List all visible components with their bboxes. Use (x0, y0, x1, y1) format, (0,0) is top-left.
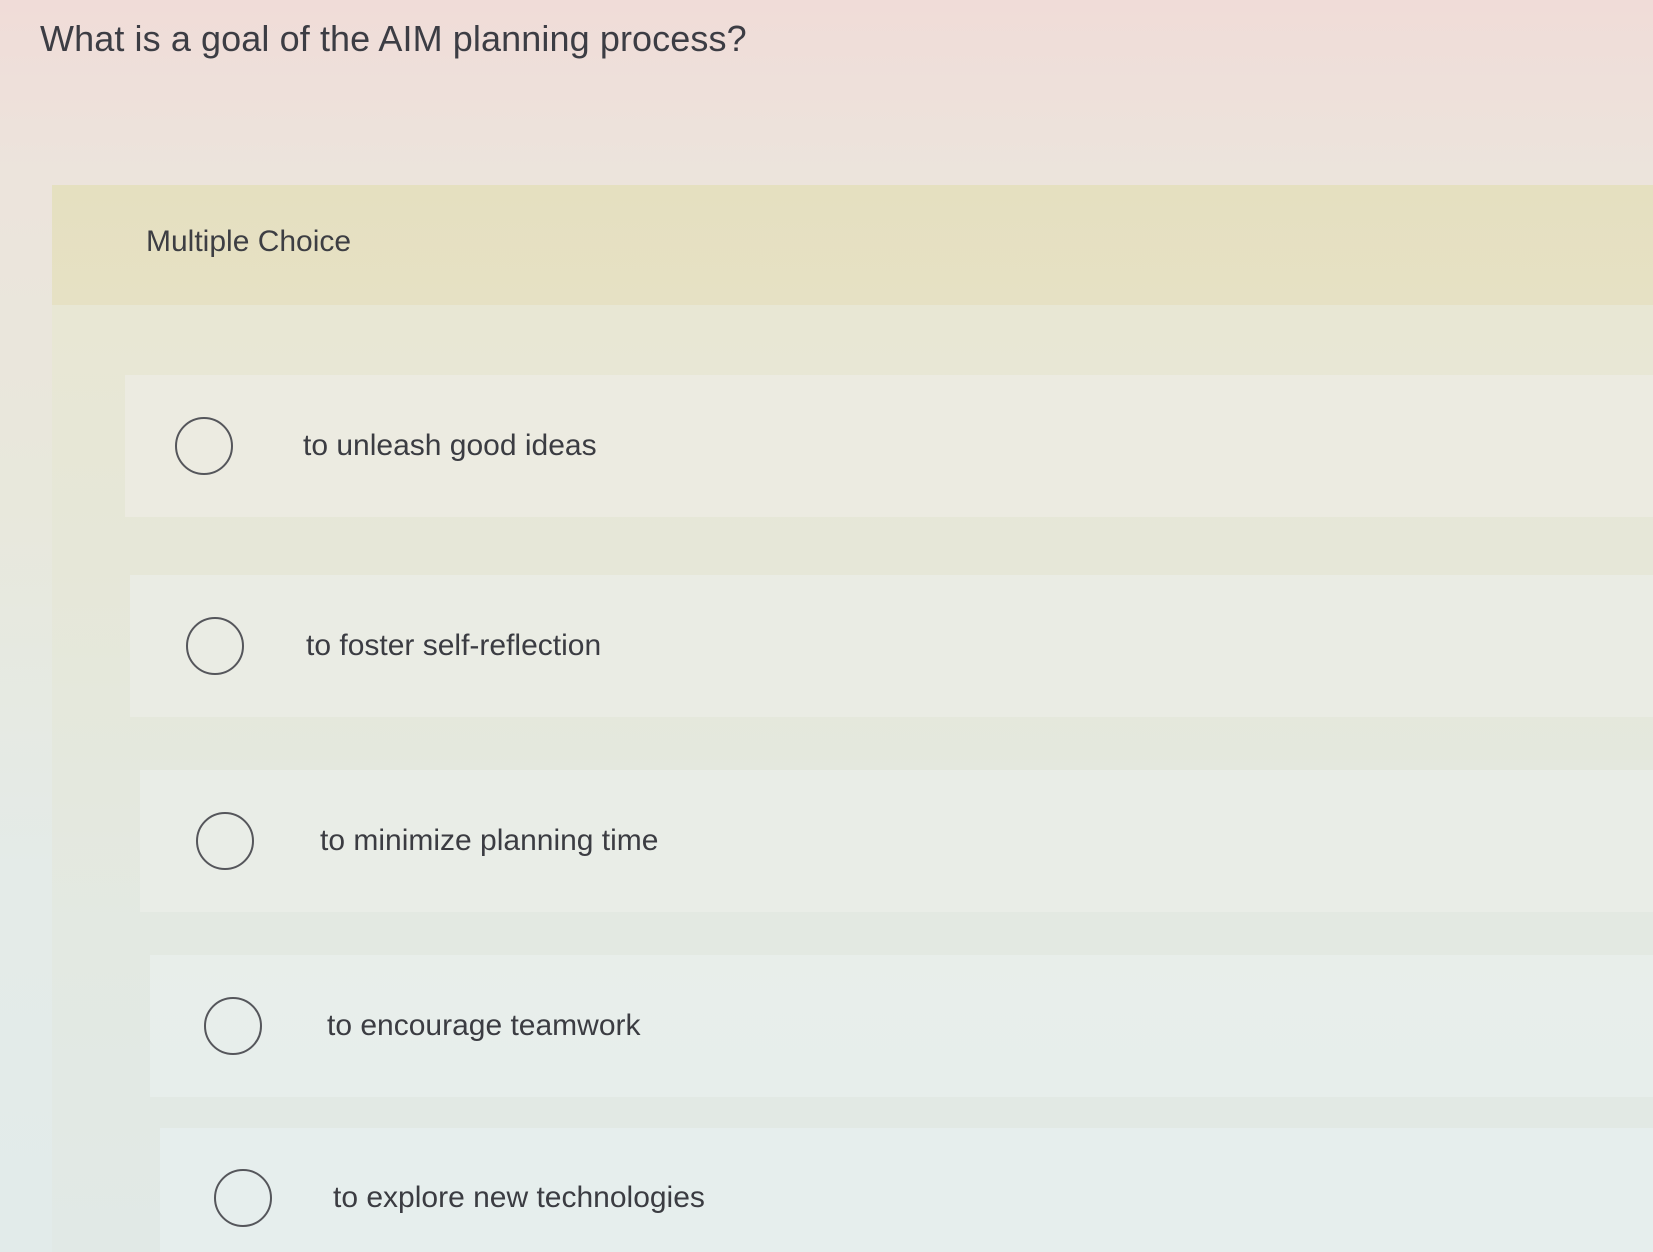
radio-button-2[interactable] (186, 617, 244, 675)
question-text: What is a goal of the AIM planning proce… (40, 18, 747, 59)
radio-button-1[interactable] (175, 417, 233, 475)
answer-option-5[interactable]: to explore new technologies (160, 1128, 1653, 1252)
answer-option-label: to explore new technologies (333, 1181, 705, 1214)
radio-button-5[interactable] (214, 1169, 272, 1227)
answer-option-label: to unleash good ideas (303, 429, 597, 462)
multiple-choice-header: Multiple Choice (52, 185, 1653, 305)
answer-option-1[interactable]: to unleash good ideas (125, 375, 1653, 517)
radio-button-4[interactable] (204, 997, 262, 1055)
answer-option-4[interactable]: to encourage teamwork (150, 955, 1653, 1097)
multiple-choice-label: Multiple Choice (146, 225, 352, 258)
answer-option-label: to encourage teamwork (327, 1009, 641, 1042)
answer-option-label: to minimize planning time (320, 824, 659, 857)
answer-option-2[interactable]: to foster self-reflection (130, 575, 1653, 717)
answer-option-label: to foster self-reflection (306, 629, 602, 662)
radio-button-3[interactable] (196, 812, 254, 870)
answer-option-3[interactable]: to minimize planning time (140, 770, 1653, 912)
